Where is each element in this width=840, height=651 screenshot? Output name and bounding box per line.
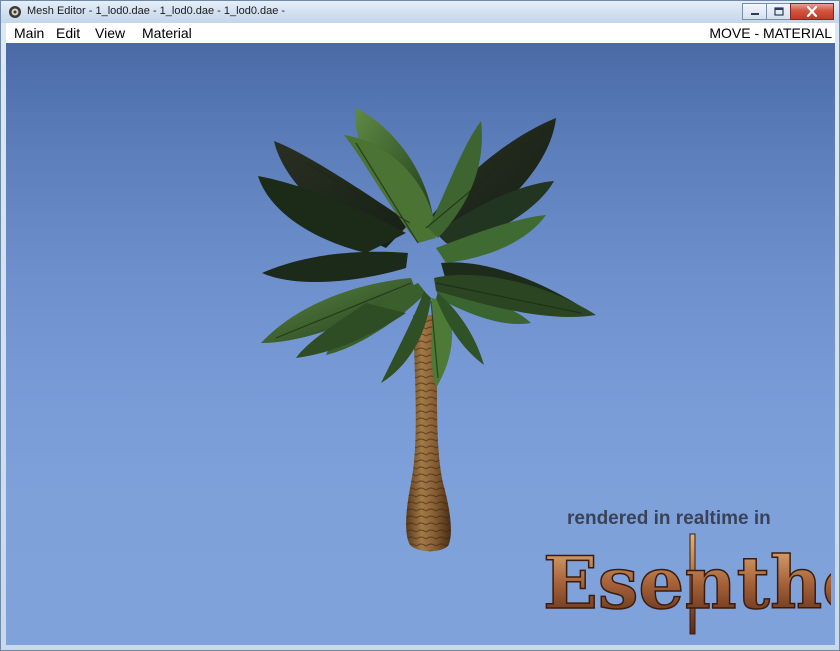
maximize-icon [773,7,784,16]
app-icon [9,6,21,18]
maximize-button[interactable] [766,3,791,20]
mesh-editor-window: Mesh Editor - 1_lod0.dae - 1_lod0.dae - … [0,0,840,651]
minimize-icon [750,12,759,15]
menu-view[interactable]: View [95,25,125,41]
close-icon [806,6,818,17]
menu-edit[interactable]: Edit [56,25,80,41]
caption-buttons [742,3,834,20]
svg-text:EsentheL: EsentheL [543,540,831,625]
menu-material[interactable]: Material [142,25,192,41]
mode-label: MOVE - MATERIAL [709,25,832,41]
title-bar[interactable]: Mesh Editor - 1_lod0.dae - 1_lod0.dae - … [1,1,839,23]
close-button[interactable] [790,3,834,20]
menu-bar: Main Edit View Material MOVE - MATERIAL [6,23,835,43]
window-title: Mesh Editor - 1_lod0.dae - 1_lod0.dae - … [27,5,286,17]
minimize-button[interactable] [742,3,767,20]
esenthel-logo: EsentheL [542,533,831,635]
3d-viewport[interactable]: rendered in realtime in EsentheL [6,43,835,645]
menu-main[interactable]: Main [14,25,44,41]
realtime-caption: rendered in realtime in [567,508,771,529]
